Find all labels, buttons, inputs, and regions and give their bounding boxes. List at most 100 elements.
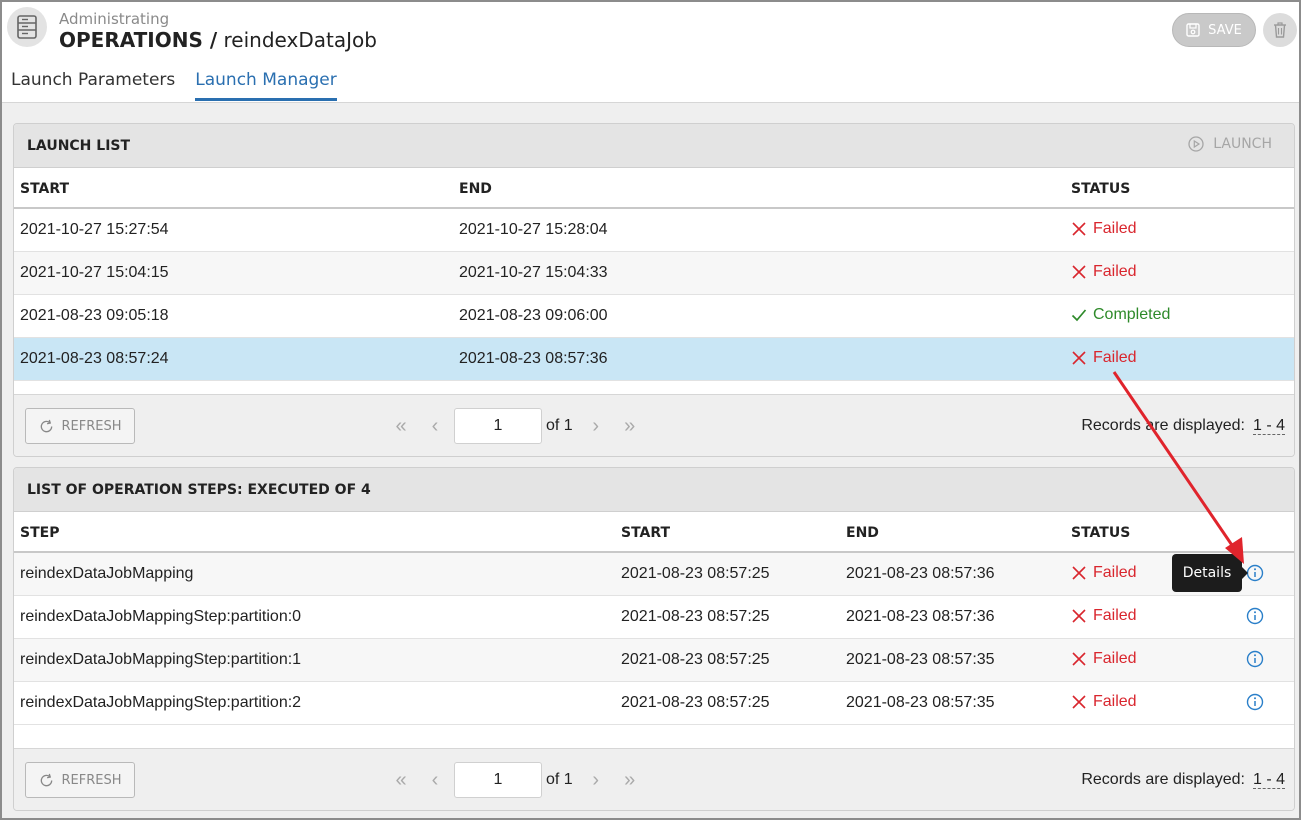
- page-title: OPERATIONS / reindexDataJob: [59, 28, 377, 52]
- page-title-section: OPERATIONS /: [59, 28, 218, 52]
- launch-list-title: LAUNCH LIST: [27, 138, 131, 154]
- end-cell: 2021-08-23 08:57:36: [846, 608, 995, 625]
- info-icon[interactable]: [1246, 693, 1264, 711]
- cross-icon: [1072, 566, 1086, 580]
- next-page-icon[interactable]: ›: [579, 408, 613, 444]
- records-displayed: Records are displayed: 1 - 4: [1081, 417, 1285, 435]
- refresh-icon: [40, 773, 52, 786]
- start-cell: 2021-10-27 15:04:15: [20, 264, 169, 281]
- status-text: Failed: [1093, 693, 1137, 710]
- steps-list-title: LIST OF OPERATION STEPS: EXECUTED OF 4: [27, 482, 371, 498]
- pagination: « ‹ 1 of 1 › »: [384, 408, 647, 444]
- records-label: Records are displayed:: [1081, 417, 1245, 434]
- start-cell: 2021-10-27 15:27:54: [20, 221, 169, 238]
- status-text: Failed: [1093, 349, 1137, 366]
- launch-button[interactable]: LAUNCH: [1188, 136, 1272, 152]
- cross-icon: [1072, 652, 1086, 666]
- table-row-selected[interactable]: 2021-08-23 08:57:24 2021-08-23 08:57:36 …: [14, 338, 1294, 381]
- table-row[interactable]: reindexDataJobMappingStep:partition:1 20…: [14, 639, 1294, 682]
- records-displayed: Records are displayed: 1 - 4: [1081, 771, 1285, 789]
- table-row[interactable]: 2021-10-27 15:04:15 2021-10-27 15:04:33 …: [14, 252, 1294, 295]
- cross-icon: [1072, 609, 1086, 623]
- table-row[interactable]: reindexDataJobMappingStep:partition:0 20…: [14, 596, 1294, 639]
- steps-list-header: LIST OF OPERATION STEPS: EXECUTED OF 4: [14, 468, 1294, 512]
- page-number-input[interactable]: 1: [454, 762, 542, 798]
- column-header-start[interactable]: START: [20, 181, 69, 197]
- delete-button[interactable]: [1263, 13, 1297, 47]
- status-cell: Completed: [1071, 306, 1170, 324]
- steps-column-headers: STEP START END STATUS: [14, 512, 1294, 553]
- save-label: SAVE: [1208, 22, 1242, 38]
- last-page-icon[interactable]: »: [613, 762, 647, 798]
- trash-icon: [1274, 22, 1286, 38]
- refresh-label: REFRESH: [61, 772, 122, 788]
- refresh-label: REFRESH: [61, 418, 122, 434]
- cross-icon: [1072, 222, 1086, 236]
- server-icon: [7, 7, 47, 47]
- status-text: Completed: [1093, 306, 1171, 323]
- play-circle-icon: [1188, 136, 1204, 152]
- page-count: of 1: [546, 417, 573, 434]
- table-row[interactable]: 2021-08-23 09:05:18 2021-08-23 09:06:00 …: [14, 295, 1294, 338]
- end-cell: 2021-10-27 15:04:33: [459, 264, 608, 281]
- tab-launch-parameters[interactable]: Launch Parameters: [11, 70, 175, 101]
- end-cell: 2021-08-23 08:57:35: [846, 694, 995, 711]
- step-cell: reindexDataJobMapping: [20, 565, 194, 582]
- start-cell: 2021-08-23 08:57:25: [621, 608, 770, 625]
- records-range[interactable]: 1 - 4: [1252, 417, 1285, 435]
- tab-launch-manager[interactable]: Launch Manager: [195, 70, 337, 101]
- start-cell: 2021-08-23 08:57:24: [20, 350, 169, 367]
- refresh-button[interactable]: REFRESH: [25, 408, 135, 444]
- last-page-icon[interactable]: »: [613, 408, 647, 444]
- page-count: of 1: [546, 771, 573, 788]
- column-header-step[interactable]: STEP: [20, 525, 59, 541]
- end-cell: 2021-10-27 15:28:04: [459, 221, 608, 238]
- next-page-icon[interactable]: ›: [579, 762, 613, 798]
- refresh-icon: [40, 419, 52, 432]
- launch-list-header: LAUNCH LIST LAUNCH: [14, 124, 1294, 168]
- operation-steps-panel: LIST OF OPERATION STEPS: EXECUTED OF 4 S…: [13, 467, 1295, 811]
- status-text: Failed: [1093, 263, 1137, 280]
- column-header-status[interactable]: STATUS: [1071, 181, 1130, 197]
- status-cell: Failed: [1071, 263, 1137, 281]
- page-title-job: reindexDataJob: [223, 28, 377, 52]
- status-text: Failed: [1093, 564, 1137, 581]
- cross-icon: [1072, 351, 1086, 365]
- refresh-button[interactable]: REFRESH: [25, 762, 135, 798]
- table-row[interactable]: 2021-10-27 15:27:54 2021-10-27 15:28:04 …: [14, 209, 1294, 252]
- column-header-start[interactable]: START: [621, 525, 670, 541]
- breadcrumb[interactable]: Administrating: [59, 10, 169, 28]
- launch-list-column-headers: START END STATUS: [14, 168, 1294, 209]
- tab-bar: Launch Parameters Launch Manager: [11, 70, 337, 101]
- info-icon[interactable]: [1246, 650, 1264, 668]
- column-header-status[interactable]: STATUS: [1071, 525, 1130, 541]
- page-header: Administrating OPERATIONS / reindexDataJ…: [2, 2, 1299, 103]
- status-cell: Failed: [1071, 650, 1137, 668]
- end-cell: 2021-08-23 08:57:36: [846, 565, 995, 582]
- save-button[interactable]: SAVE: [1172, 13, 1256, 47]
- records-label: Records are displayed:: [1081, 771, 1245, 788]
- status-text: Failed: [1093, 220, 1137, 237]
- info-icon[interactable]: [1246, 607, 1264, 625]
- status-cell: Failed: [1071, 607, 1137, 625]
- status-cell: Failed: [1071, 220, 1137, 238]
- status-text: Failed: [1093, 607, 1137, 624]
- step-cell: reindexDataJobMappingStep:partition:1: [20, 651, 302, 668]
- end-cell: 2021-08-23 08:57:35: [846, 651, 995, 668]
- step-cell: reindexDataJobMappingStep:partition:0: [20, 608, 302, 625]
- page-number-input[interactable]: 1: [454, 408, 542, 444]
- cross-icon: [1072, 695, 1086, 709]
- records-range[interactable]: 1 - 4: [1252, 771, 1285, 789]
- prev-page-icon[interactable]: ‹: [418, 408, 452, 444]
- table-row[interactable]: reindexDataJobMappingStep:partition:2 20…: [14, 682, 1294, 725]
- cross-icon: [1072, 265, 1086, 279]
- column-header-end[interactable]: END: [846, 525, 879, 541]
- status-text: Failed: [1093, 650, 1137, 667]
- first-page-icon[interactable]: «: [384, 408, 418, 444]
- end-cell: 2021-08-23 09:06:00: [459, 307, 608, 324]
- first-page-icon[interactable]: «: [384, 762, 418, 798]
- prev-page-icon[interactable]: ‹: [418, 762, 452, 798]
- table-row[interactable]: reindexDataJobMapping 2021-08-23 08:57:2…: [14, 553, 1294, 596]
- info-icon[interactable]: [1246, 564, 1264, 582]
- column-header-end[interactable]: END: [459, 181, 492, 197]
